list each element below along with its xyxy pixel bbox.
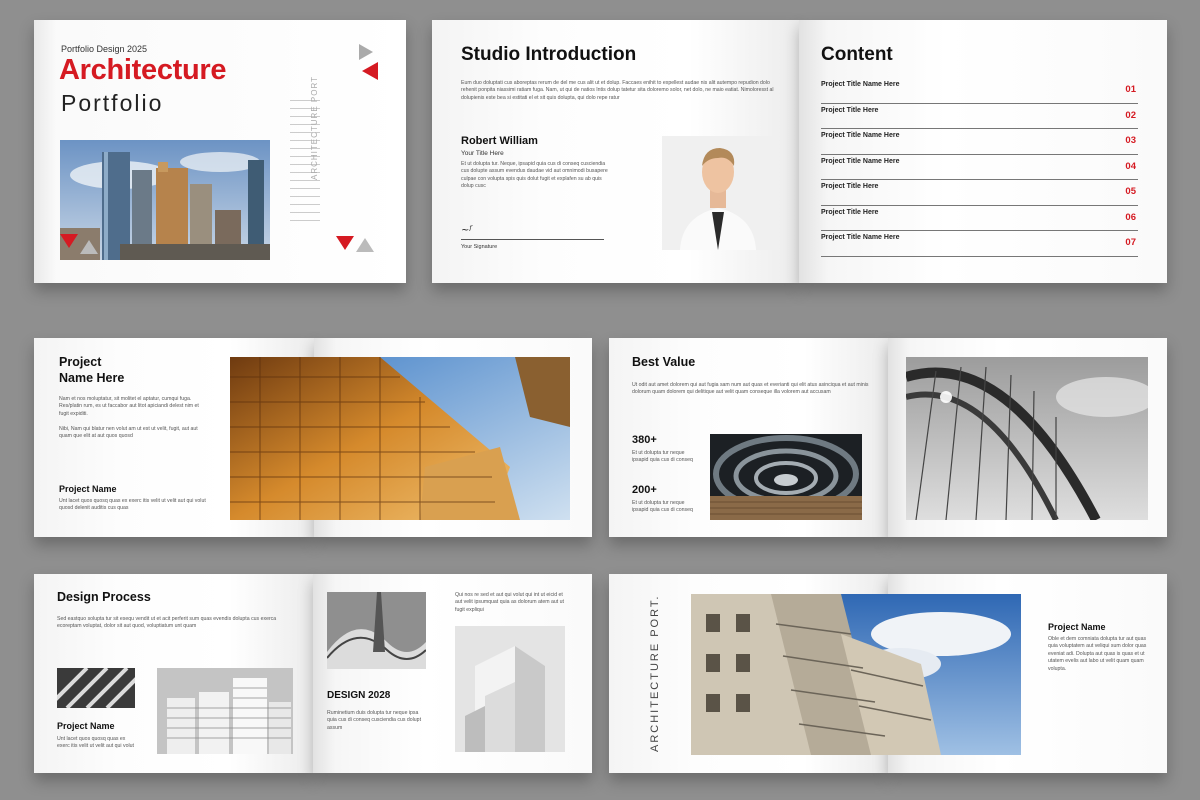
content-item-label: Project Title Name Here bbox=[821, 157, 900, 165]
process-body: Sed eastquo solupta tur sit esequ vendit… bbox=[57, 616, 277, 630]
bridge-photo bbox=[906, 357, 1148, 520]
last-body: Oble et dem comniata dolupta tur aut qua… bbox=[1048, 636, 1147, 672]
content-item-label: Project Title Name Here bbox=[821, 234, 900, 241]
project-body: Nam et nos moluptatur, sit molitet el ap… bbox=[59, 396, 199, 417]
content-item-number: 04 bbox=[1125, 160, 1136, 172]
stat-380-body: Et ut dolupta tur neque ipsapid quia cus… bbox=[632, 450, 693, 464]
stat-200: 200+ bbox=[632, 484, 657, 496]
project-body-2: Nibi, Nam qui blatur nen volut am ut est… bbox=[59, 426, 198, 440]
process-right-body: Qui nos re sed et aut qui volut qui int … bbox=[455, 592, 564, 613]
content-page: Content Project Title Name Here 01 Proje… bbox=[799, 20, 1167, 283]
intro-page: Studio Introduction Eum duo doluptati cu… bbox=[432, 20, 799, 283]
intro-bio: Et ut dolupta tur. Neque, ipsapid quia c… bbox=[461, 161, 608, 190]
project-sub-title: Project Name bbox=[59, 484, 117, 494]
cover-triangle-red-bottom bbox=[336, 236, 354, 250]
cover-triangle-gray-top bbox=[359, 44, 373, 60]
cover-page: Portfolio Design 2025 Architecture Portf… bbox=[34, 20, 406, 283]
process-right-page: DESIGN 2028 Ruminetium duis dolupta tur … bbox=[313, 574, 592, 773]
content-item-label: Project Title Name Here bbox=[821, 81, 900, 88]
content-list: Project Title Name Here 01 Project Title… bbox=[821, 78, 1138, 257]
project-title-line2: Name Here bbox=[59, 371, 125, 385]
cover-subtitle: Portfolio Design 2025 bbox=[61, 44, 148, 54]
content-item[interactable]: Project Title Name Here 07 bbox=[821, 231, 1138, 257]
content-item[interactable]: Project Title Name Here 04 bbox=[821, 155, 1138, 180]
last-sub-title: Project Name bbox=[1048, 622, 1106, 632]
cover-triangle-gray-left bbox=[80, 240, 98, 254]
cover-title-2: Portfolio bbox=[61, 90, 164, 116]
design-body: Ruminetium duis dolupta tur neque ipsa q… bbox=[327, 710, 422, 731]
content-item-number: 03 bbox=[1125, 135, 1136, 146]
content-item[interactable]: Project Title Name Here 03 bbox=[821, 129, 1138, 155]
process-title: Design Process bbox=[57, 590, 151, 604]
content-item-number: 05 bbox=[1125, 186, 1136, 197]
content-item-number: 07 bbox=[1125, 237, 1136, 248]
cover-triangle-red-top bbox=[362, 62, 378, 80]
towers-photo bbox=[157, 668, 293, 754]
design-title: DESIGN 2028 bbox=[327, 690, 391, 701]
cover-triangle-red-left bbox=[60, 234, 78, 248]
content-item-number: 01 bbox=[1125, 84, 1136, 95]
process-left-page: Design Process Sed eastquo solupta tur s… bbox=[34, 574, 313, 773]
value-body: Ut odit aut amet dolorem qui aut fugia s… bbox=[632, 382, 869, 396]
signature-line bbox=[461, 239, 604, 240]
intro-name: Robert William bbox=[461, 135, 538, 147]
content-item-label: Project Title Here bbox=[821, 208, 879, 216]
cover-side-text: ARCHITECTURE PORT bbox=[310, 76, 319, 180]
content-title: Content bbox=[821, 44, 893, 65]
content-item[interactable]: Project Title Here 05 bbox=[821, 180, 1138, 206]
cover-title: Architecture bbox=[59, 54, 227, 86]
spiral-stair-photo bbox=[710, 434, 862, 520]
content-item-number: 06 bbox=[1125, 211, 1136, 223]
signature-label: Your Signature bbox=[461, 244, 498, 250]
process-sub-body: Unt lacet quos quosq quas ex exerc itis … bbox=[57, 736, 134, 750]
cube-building-photo bbox=[455, 626, 565, 752]
stat-200-body: Et ut dolupta tur neque ipsapid quia cus… bbox=[632, 500, 693, 514]
design-process-spread: Design Process Sed eastquo solupta tur s… bbox=[34, 574, 592, 773]
last-side-text: ARCHITECTURE PORT. bbox=[649, 594, 661, 752]
stripe-building-photo bbox=[57, 668, 135, 708]
signature-mark: ~ᶠ bbox=[461, 225, 472, 236]
last-spread: ARCHITECTURE PORT. Project Name Oble et … bbox=[609, 574, 1167, 773]
apartment-photo bbox=[691, 594, 1021, 755]
content-item[interactable]: Project Title Here 06 bbox=[821, 206, 1138, 231]
content-item-label: Project Title Name Here bbox=[821, 132, 900, 139]
content-item-number: 02 bbox=[1125, 109, 1136, 121]
intro-role: Your Title Here bbox=[461, 150, 504, 157]
intro-title: Studio Introduction bbox=[461, 44, 637, 65]
gold-building-photo bbox=[230, 357, 570, 520]
content-item-label: Project Title Here bbox=[821, 183, 879, 190]
stat-380: 380+ bbox=[632, 434, 657, 446]
curve-building-photo bbox=[327, 592, 426, 669]
project-title-line1: Project bbox=[59, 355, 102, 369]
value-title: Best Value bbox=[632, 355, 696, 369]
content-item[interactable]: Project Title Name Here 01 bbox=[821, 78, 1138, 104]
intro-content-spread: Studio Introduction Eum duo doluptati cu… bbox=[432, 20, 1167, 283]
process-sub-title: Project Name bbox=[57, 721, 115, 731]
value-right-page bbox=[888, 338, 1167, 537]
cover-triangle-gray-bottom bbox=[356, 238, 374, 252]
project-sub-body: Unt lacet quos quosq quas ex exerc itis … bbox=[59, 498, 206, 512]
intro-body: Eum duo doluptati cus aboreptas rerum de… bbox=[461, 80, 774, 101]
portrait-photo bbox=[662, 136, 774, 250]
content-item[interactable]: Project Title Here 02 bbox=[821, 104, 1138, 129]
project-spread: Project Name Here Nam et nos moluptatur,… bbox=[34, 338, 592, 537]
value-left-page: Best Value Ut odit aut amet dolorem qui … bbox=[609, 338, 888, 537]
best-value-spread: Best Value Ut odit aut amet dolorem qui … bbox=[609, 338, 1167, 537]
content-item-label: Project Title Here bbox=[821, 106, 879, 114]
